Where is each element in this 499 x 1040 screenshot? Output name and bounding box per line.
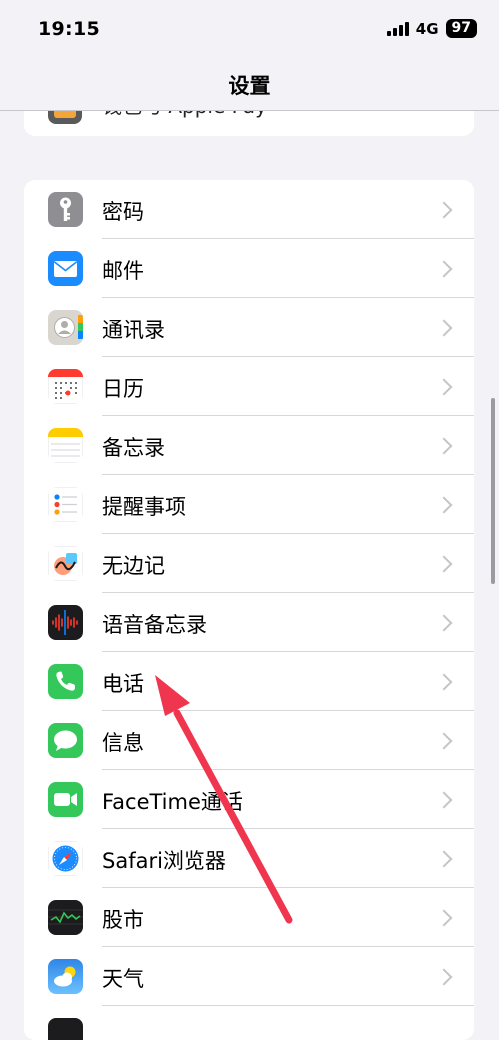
settings-row-label: 备忘录 <box>102 436 165 460</box>
chevron-right-icon <box>435 555 453 573</box>
app-icon <box>48 1018 83 1040</box>
navigation-bar: 设置 <box>0 60 499 111</box>
settings-row-label: 日历 <box>102 377 144 401</box>
settings-row-contacts[interactable]: 通讯录 <box>24 298 474 357</box>
settings-group: 密码 邮件 通讯录 日历 备忘录 提醒事项 无边记 语音备忘录 电话 信息 Fa… <box>24 180 474 1040</box>
status-bar: 19:15 4G 97 <box>0 0 499 60</box>
safari-icon <box>48 841 83 876</box>
settings-row-notes[interactable]: 备忘录 <box>24 416 474 475</box>
chevron-right-icon <box>435 201 453 219</box>
settings-row-phone[interactable]: 电话 <box>24 652 474 711</box>
settings-row-label: 无边记 <box>102 554 165 578</box>
chevron-right-icon <box>435 673 453 691</box>
battery-level: 97 <box>445 19 477 38</box>
settings-row-voice-memos[interactable]: 语音备忘录 <box>24 593 474 652</box>
settings-row-mail[interactable]: 邮件 <box>24 239 474 298</box>
chevron-right-icon <box>435 378 453 396</box>
settings-row-label: 天气 <box>102 967 144 991</box>
page-title: 设置 <box>228 74 271 98</box>
chevron-right-icon <box>435 614 453 632</box>
notes-icon <box>48 428 83 463</box>
settings-row-safari[interactable]: Safari浏览器 <box>24 829 474 888</box>
settings-row-label: 信息 <box>102 731 144 755</box>
chevron-right-icon <box>435 791 453 809</box>
chevron-right-icon <box>435 909 453 927</box>
status-time: 19:15 <box>38 18 100 40</box>
chevron-right-icon <box>435 496 453 514</box>
key-icon <box>48 192 83 227</box>
settings-row-facetime[interactable]: FaceTime通话 <box>24 770 474 829</box>
cellular-signal-icon <box>386 21 409 36</box>
chevron-right-icon <box>435 968 453 986</box>
settings-row-label: 通讯录 <box>102 318 165 342</box>
reminders-icon <box>48 487 83 522</box>
chevron-right-icon <box>435 850 453 868</box>
settings-row-label: 股市 <box>102 908 144 932</box>
calendar-icon <box>48 369 83 404</box>
settings-row-label: FaceTime通话 <box>102 790 243 814</box>
mail-icon <box>48 251 83 286</box>
stocks-icon <box>48 900 83 935</box>
settings-row-next[interactable] <box>24 1006 474 1040</box>
settings-row-calendar[interactable]: 日历 <box>24 357 474 416</box>
settings-row-label: 提醒事项 <box>102 495 186 519</box>
settings-row-weather[interactable]: 天气 <box>24 947 474 1006</box>
chevron-right-icon <box>435 437 453 455</box>
settings-row-label: 邮件 <box>102 259 144 283</box>
status-indicators: 4G 97 <box>386 19 477 38</box>
weather-icon <box>48 959 83 994</box>
chevron-right-icon <box>435 732 453 750</box>
settings-row-label: 电话 <box>102 672 144 696</box>
settings-row-label: 密码 <box>102 200 144 224</box>
network-type: 4G <box>415 19 439 38</box>
settings-row-label: Safari浏览器 <box>102 849 226 873</box>
settings-row-freeform[interactable]: 无边记 <box>24 534 474 593</box>
chevron-right-icon <box>435 319 453 337</box>
scroll-indicator[interactable] <box>491 398 495 584</box>
freeform-icon <box>48 546 83 581</box>
messages-icon <box>48 723 83 758</box>
voice-memos-icon <box>48 605 83 640</box>
settings-row-passwords[interactable]: 密码 <box>24 180 474 239</box>
settings-row-label: 语音备忘录 <box>102 613 207 637</box>
settings-row-reminders[interactable]: 提醒事项 <box>24 475 474 534</box>
settings-row-messages[interactable]: 信息 <box>24 711 474 770</box>
settings-row-stocks[interactable]: 股市 <box>24 888 474 947</box>
chevron-right-icon <box>435 260 453 278</box>
contacts-icon <box>48 310 83 345</box>
facetime-icon <box>48 782 83 817</box>
phone-icon <box>48 664 83 699</box>
